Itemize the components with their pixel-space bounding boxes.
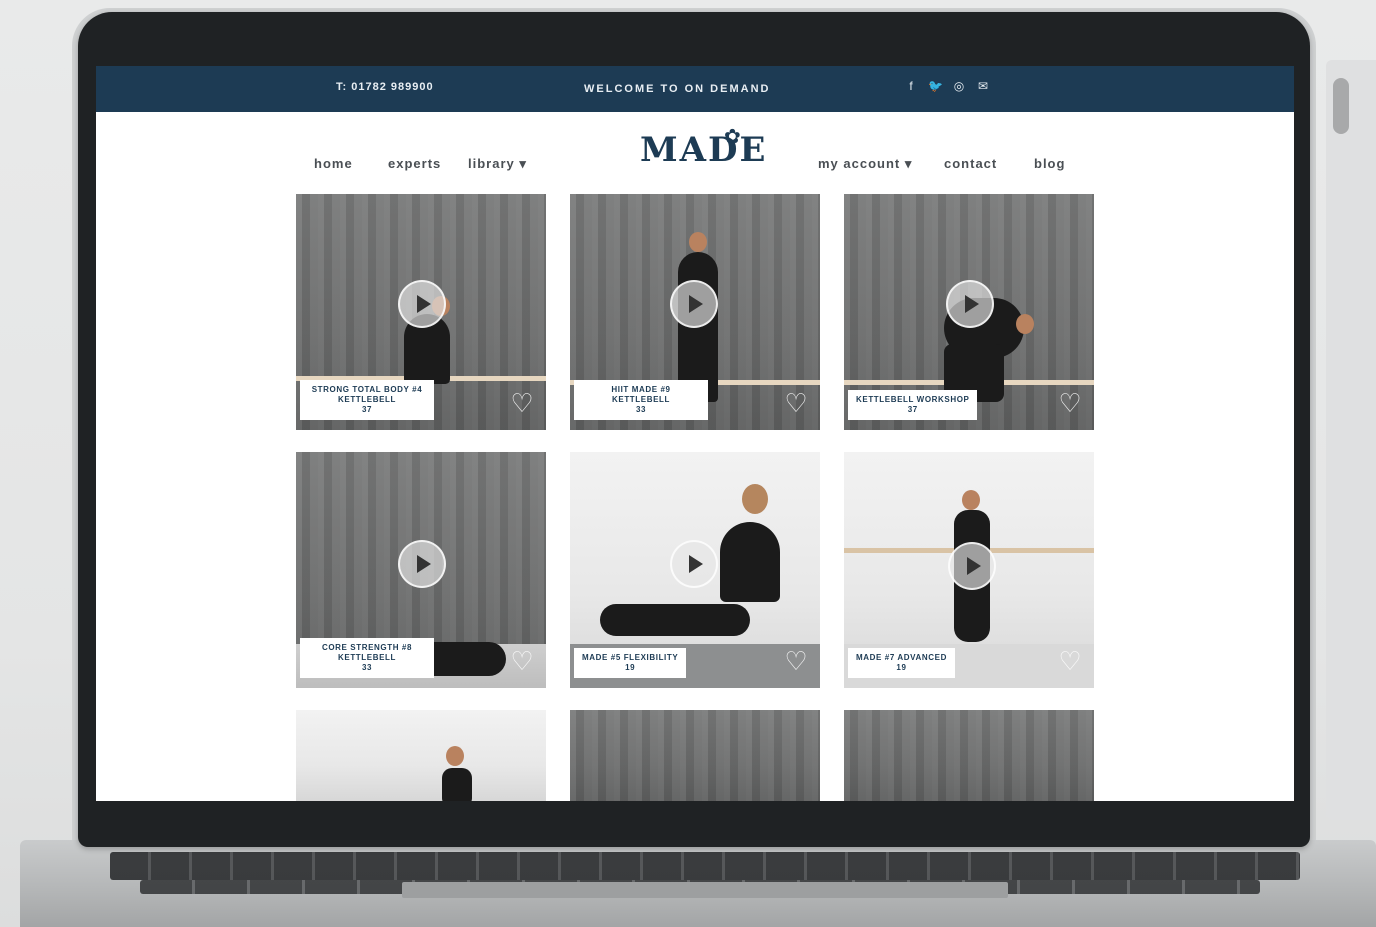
nav-home[interactable]: home — [314, 156, 353, 171]
play-icon[interactable] — [670, 280, 718, 328]
favorite-heart-icon[interactable]: ♡ — [1056, 390, 1084, 416]
video-thumbnail — [844, 710, 1094, 801]
instructor-legs — [600, 604, 750, 636]
keyboard — [110, 852, 1300, 880]
favorite-heart-icon[interactable]: ♡ — [508, 390, 536, 416]
video-card[interactable]: HIIT MADE #9 KETTLEBELL 33 ♡ — [570, 194, 820, 430]
favorite-heart-icon[interactable]: ♡ — [508, 648, 536, 674]
favorite-heart-icon[interactable]: ♡ — [782, 390, 810, 416]
video-thumbnail — [570, 710, 820, 801]
video-title: MADE #7 ADVANCED 19 — [848, 648, 955, 678]
nav-library[interactable]: library ▾ — [468, 156, 527, 172]
top-bar: T: 01782 989900 WELCOME TO ON DEMAND f 🐦… — [96, 66, 1294, 112]
video-title: MADE #5 FLEXIBILITY 19 — [574, 648, 687, 678]
facebook-icon[interactable]: f — [904, 79, 918, 93]
play-icon[interactable] — [398, 540, 446, 588]
twitter-icon[interactable]: 🐦 — [928, 79, 943, 93]
video-title: KETTLEBELL WORKSHOP 37 — [848, 390, 978, 420]
video-card[interactable]: STRONG TOTAL BODY #4 KETTLEBELL 37 ♡ — [296, 194, 546, 430]
video-card[interactable]: MADE #5 FLEXIBILITY 19 ♡ — [570, 452, 820, 688]
nav-blog[interactable]: blog — [1034, 156, 1065, 171]
video-thumbnail — [296, 710, 546, 801]
play-icon[interactable] — [670, 540, 718, 588]
instructor — [720, 522, 780, 602]
instructor-head — [742, 484, 768, 514]
video-title: HIIT MADE #9 KETTLEBELL 33 — [574, 380, 708, 420]
video-card[interactable]: KETTLEBELL WORKSHOP 37 ♡ — [844, 194, 1094, 430]
video-card[interactable] — [570, 710, 820, 801]
nav-contact[interactable]: contact — [944, 156, 997, 171]
welcome-message: WELCOME TO ON DEMAND — [584, 83, 771, 95]
video-card[interactable] — [296, 710, 546, 801]
background-device-detail — [1333, 78, 1349, 134]
instructor-head — [446, 746, 464, 766]
nav-my-account[interactable]: my account ▾ — [818, 156, 912, 172]
laptop-screen: T: 01782 989900 WELCOME TO ON DEMAND f 🐦… — [96, 66, 1294, 801]
social-links: f 🐦 ◎ ✉ — [904, 79, 990, 93]
play-icon[interactable] — [946, 280, 994, 328]
background-device — [1326, 60, 1376, 820]
trackpad — [402, 882, 1008, 898]
site-logo[interactable]: MADE — [640, 130, 767, 170]
instagram-icon[interactable]: ◎ — [952, 79, 966, 93]
instructor — [442, 768, 472, 801]
main-nav: home experts library ▾ MADE ✿ my account… — [96, 112, 1294, 190]
video-title: STRONG TOTAL BODY #4 KETTLEBELL 37 — [300, 380, 434, 420]
phone-number: T: 01782 989900 — [336, 81, 434, 93]
play-icon[interactable] — [398, 280, 446, 328]
instructor-head — [962, 490, 980, 510]
email-icon[interactable]: ✉ — [976, 79, 990, 93]
video-card[interactable] — [844, 710, 1094, 801]
video-card[interactable]: MADE #7 ADVANCED 19 ♡ — [844, 452, 1094, 688]
instructor-head — [1016, 314, 1034, 334]
favorite-heart-icon[interactable]: ♡ — [1056, 648, 1084, 674]
video-card[interactable]: CORE STRENGTH #8 KETTLEBELL 33 ♡ — [296, 452, 546, 688]
nav-experts[interactable]: experts — [388, 156, 441, 171]
logo-flower-icon: ✿ — [724, 126, 741, 148]
instructor-head — [689, 232, 707, 252]
play-icon[interactable] — [948, 542, 996, 590]
video-title: CORE STRENGTH #8 KETTLEBELL 33 — [300, 638, 434, 678]
favorite-heart-icon[interactable]: ♡ — [782, 648, 810, 674]
